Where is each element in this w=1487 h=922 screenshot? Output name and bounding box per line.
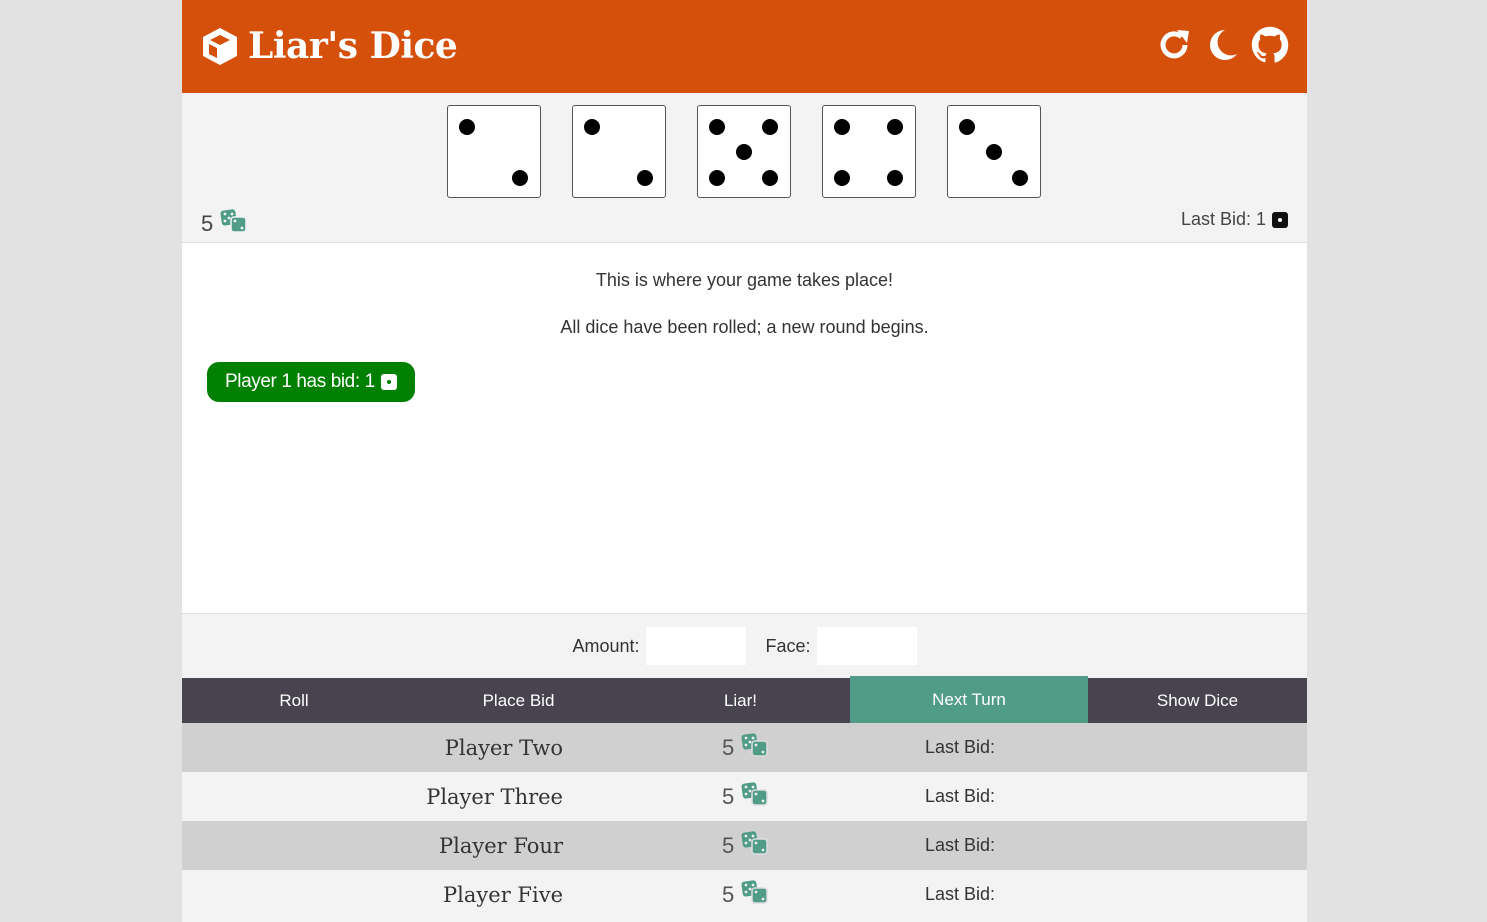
- die-pip: [762, 119, 778, 135]
- place-bid-button[interactable]: Place Bid: [406, 678, 631, 723]
- face-label: Face:: [765, 635, 811, 656]
- die-pip: [459, 119, 475, 135]
- opponent-row: Player Two 5 Last Bid:: [182, 723, 1307, 772]
- opponent-last-bid: Last Bid:: [925, 835, 996, 855]
- opponent-name: Player Three: [426, 784, 563, 809]
- die-pip: [887, 170, 903, 186]
- opponent-last-bid: Last Bid:: [925, 786, 996, 806]
- action-bar: Roll Place Bid Liar! Next Turn Show Dice: [182, 676, 1307, 723]
- opponent-name: Player Two: [444, 735, 563, 760]
- dice-icon: [740, 879, 770, 910]
- die-pip: [834, 119, 850, 135]
- cube-icon: [200, 26, 240, 66]
- amount-label: Amount:: [572, 635, 640, 656]
- player-last-bid-label: Last Bid: 1: [1180, 209, 1266, 229]
- die-pip: [709, 119, 725, 135]
- restart-icon[interactable]: [1155, 26, 1193, 64]
- opponent-last-bid: Last Bid:: [925, 737, 996, 757]
- die-pip: [887, 119, 903, 135]
- opponent-dice-count-value: 5: [722, 832, 735, 858]
- die-face-one-icon: [380, 374, 397, 390]
- github-icon[interactable]: [1251, 26, 1289, 64]
- player-die: [697, 105, 791, 198]
- show-dice-button[interactable]: Show Dice: [1088, 678, 1307, 723]
- die-pip: [512, 170, 528, 186]
- die-pip: [834, 170, 850, 186]
- app-container: Liar's Dice 5 Last Bid: 1 This is where …: [182, 0, 1307, 922]
- die-pip: [959, 119, 975, 135]
- dice-icon: [740, 781, 770, 812]
- player-die: [572, 105, 666, 198]
- dice-icon: [219, 209, 249, 239]
- player-die: [947, 105, 1041, 198]
- amount-input[interactable]: [645, 627, 746, 665]
- die-pip: [637, 170, 653, 186]
- die-pip: [584, 119, 600, 135]
- liar-button[interactable]: Liar!: [631, 678, 850, 723]
- player-dice-count: 5: [201, 209, 249, 239]
- header-bar: Liar's Dice: [182, 0, 1307, 93]
- opponent-dice-count-value: 5: [722, 734, 735, 760]
- opponent-row: Player Three 5 Last Bid:: [182, 772, 1307, 821]
- player-dice-area: 5 Last Bid: 1: [182, 93, 1307, 243]
- bid-form: Amount: Face:: [182, 614, 1307, 678]
- player-dice-count-value: 5: [201, 211, 214, 236]
- opponent-last-bid: Last Bid:: [925, 884, 996, 904]
- logo: Liar's Dice: [200, 22, 458, 70]
- opponent-row: Player Five 5 Last Bid:: [182, 870, 1307, 919]
- log-line-welcome: This is where your game takes place!: [595, 270, 894, 290]
- opponent-dice-count: 5: [722, 772, 770, 821]
- opponent-dice-count-value: 5: [722, 783, 735, 809]
- die-pip: [736, 144, 752, 160]
- header-icons: [1155, 26, 1289, 64]
- die-pip: [709, 170, 725, 186]
- die-pip: [986, 144, 1002, 160]
- player-die: [822, 105, 916, 198]
- opponent-dice-count: 5: [722, 723, 770, 772]
- app-title: Liar's Dice: [248, 25, 458, 67]
- opponent-dice-count: 5: [722, 870, 770, 919]
- player-die: [447, 105, 541, 198]
- roll-button[interactable]: Roll: [182, 678, 406, 723]
- dice-icon: [740, 732, 770, 763]
- opponent-row: Player Four 5 Last Bid:: [182, 821, 1307, 870]
- opponents-list: Player Two 5 Last Bid: Player Three 5 Last Bi…: [182, 723, 1307, 919]
- next-turn-button[interactable]: Next Turn: [850, 676, 1088, 723]
- moon-icon[interactable]: [1203, 26, 1241, 64]
- opponent-dice-count-value: 5: [722, 881, 735, 907]
- player-last-bid: Last Bid: 1: [1181, 209, 1288, 230]
- face-input[interactable]: [816, 627, 917, 665]
- opponent-dice-count: 5: [722, 821, 770, 870]
- die-face-one-icon: [1272, 211, 1288, 228]
- bid-message-text: Player 1 has bid: 1: [225, 371, 375, 392]
- game-log: This is where your game takes place! All…: [182, 243, 1307, 614]
- die-pip: [762, 170, 778, 186]
- dice-icon: [740, 830, 770, 861]
- opponent-name: Player Five: [443, 882, 563, 907]
- opponent-name: Player Four: [438, 833, 563, 858]
- die-pip: [1012, 170, 1028, 186]
- log-line-round: All dice have been rolled; a new round b…: [560, 317, 929, 337]
- bid-message: Player 1 has bid: 1: [207, 362, 415, 402]
